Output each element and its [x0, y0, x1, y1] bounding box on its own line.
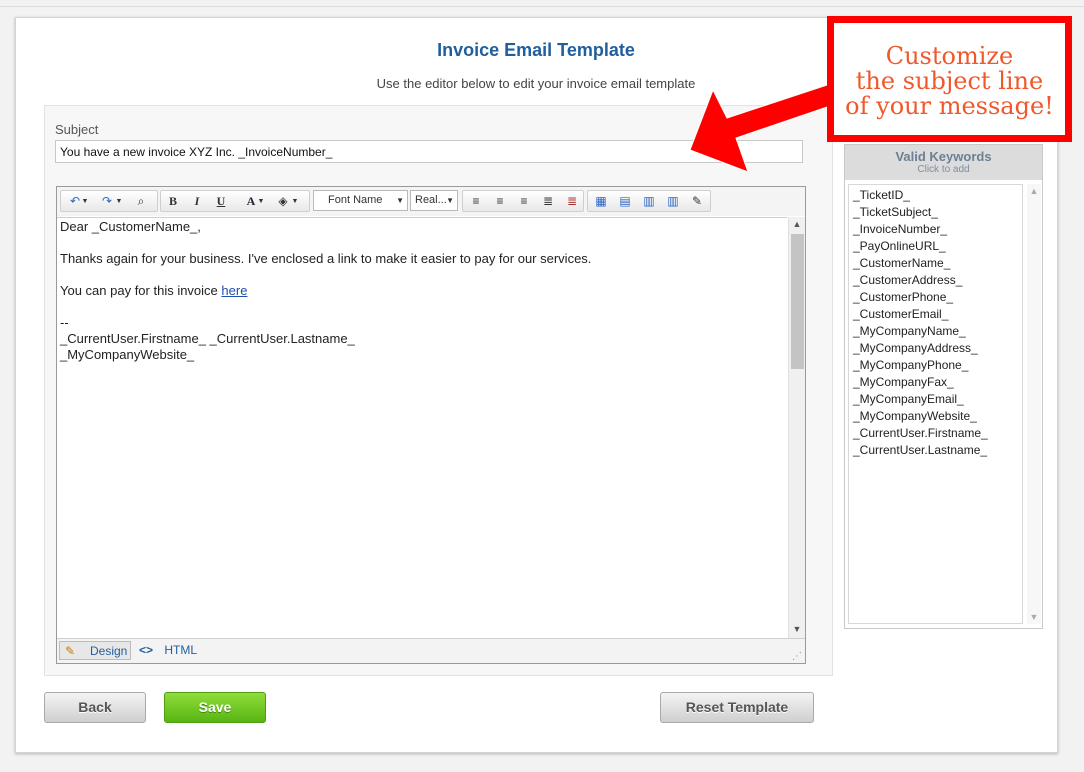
callout-line-3: of your message! — [845, 92, 1054, 120]
callout-line-2: the subject line — [855, 67, 1044, 95]
callout-line-1: Customize — [885, 42, 1014, 70]
annotation-callout: Customize the subject line of your messa… — [827, 16, 1072, 142]
callout-arrow-shape — [689, 83, 837, 173]
